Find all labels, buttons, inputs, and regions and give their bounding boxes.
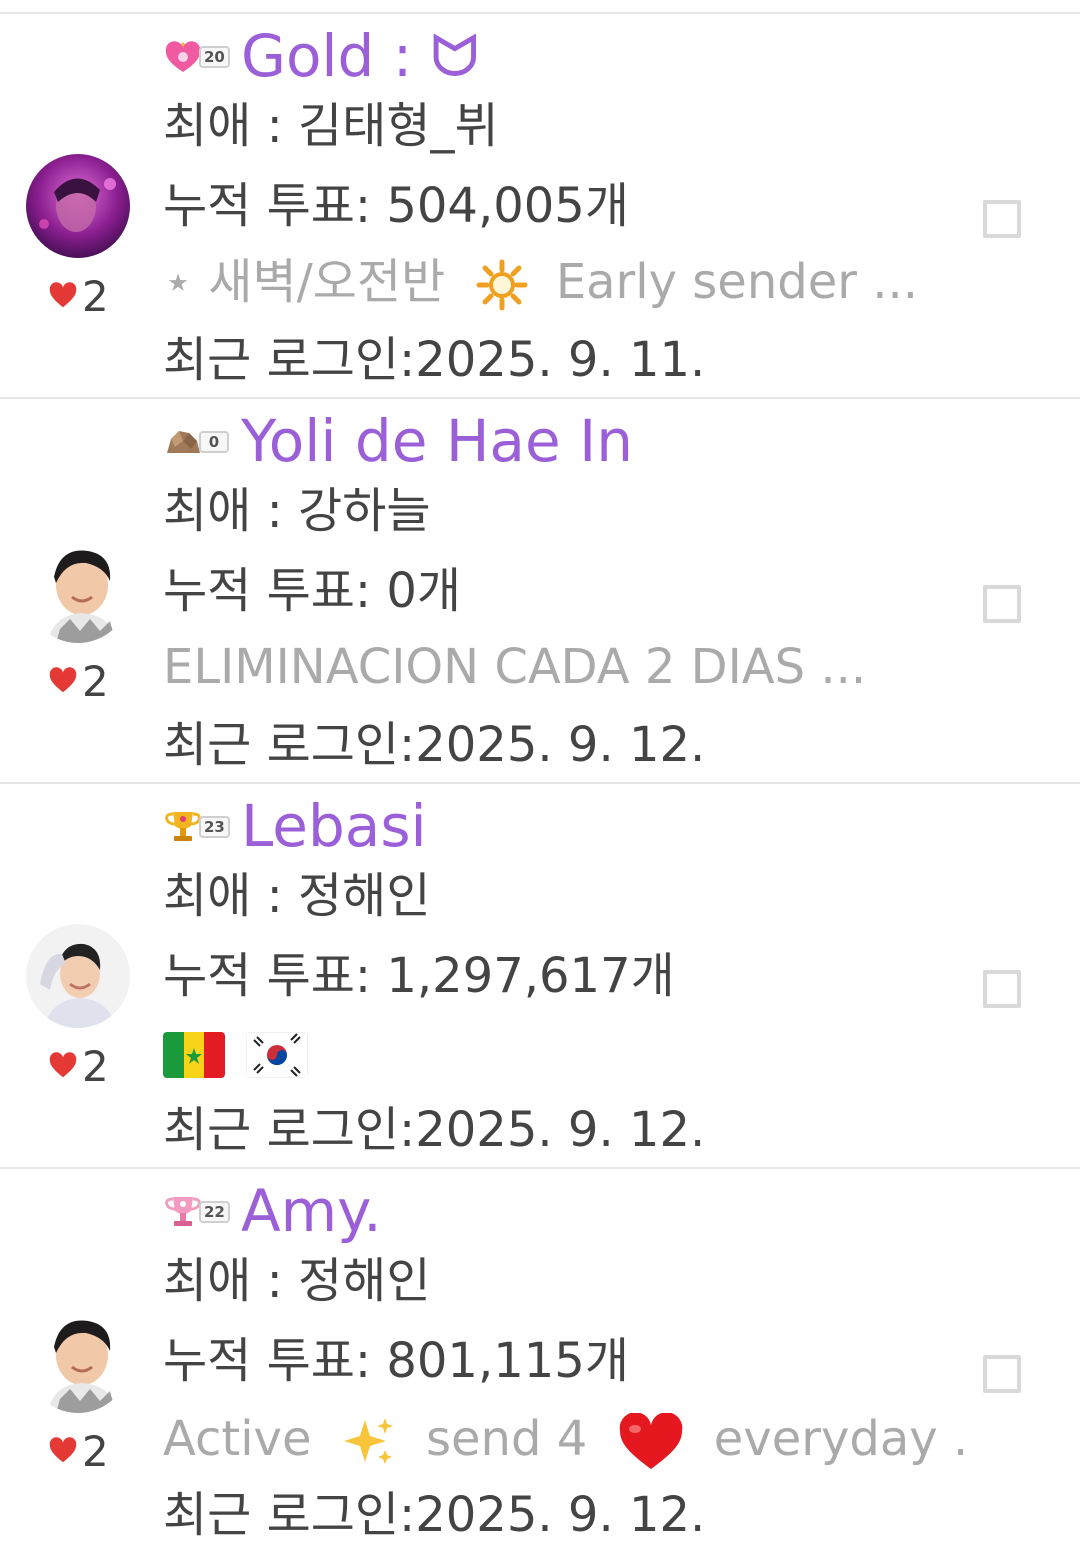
user-row[interactable]: 2 23 Lebasi 최애 : 정해인 누적 투표: 1,297,617개 최…	[0, 784, 1080, 1169]
senegal-flag-icon	[163, 1032, 225, 1078]
heart-icon	[49, 1437, 77, 1463]
avatar[interactable]	[26, 154, 130, 258]
total-votes: 누적 투표: 801,115개	[163, 1333, 629, 1389]
last-login: 최근 로그인:2025. 9. 11.	[163, 332, 706, 388]
name-line: 23 Lebasi	[163, 790, 427, 862]
level-badge: 22	[163, 1191, 233, 1231]
like-count: 2	[48, 1041, 109, 1091]
rock-badge-icon	[167, 431, 200, 453]
badge-level: 0	[199, 431, 229, 453]
total-votes: 누적 투표: 504,005개	[163, 178, 629, 234]
total-votes: 누적 투표: 1,297,617개	[163, 948, 675, 1004]
level-badge: 23	[163, 806, 233, 846]
last-login: 최근 로그인:2025. 9. 12.	[163, 1102, 706, 1158]
nickname[interactable]: Amy.	[241, 1182, 382, 1240]
badge-level: 22	[199, 1201, 230, 1223]
gold-trophy-badge-icon	[165, 812, 201, 841]
like-count: 2	[48, 271, 109, 321]
like-count-value: 2	[82, 1041, 109, 1091]
status-message: ⋆ 새벽/오전반 Early sender ...	[163, 258, 918, 312]
favorite-idol: 최애 : 김태형_뷔	[163, 98, 499, 154]
sun-icon	[476, 259, 528, 311]
favorite-idol: 최애 : 정해인	[163, 868, 431, 924]
south-korea-flag-icon	[246, 1032, 309, 1078]
pink-trophy-badge-icon	[165, 1197, 201, 1226]
heart-icon	[49, 1052, 77, 1078]
status-message: Active send 4 everyday ...	[163, 1413, 973, 1471]
status-text: send 4	[426, 1413, 588, 1467]
badge-level: 23	[199, 816, 230, 838]
badge-level: 20	[199, 46, 230, 68]
last-login: 최근 로그인:2025. 9. 12.	[163, 717, 706, 773]
user-row[interactable]: 2 0 Yoli de Hae In 최애 : 강하늘 누적 투표: 0개 EL…	[0, 399, 1080, 784]
favorite-idol: 최애 : 정해인	[163, 1253, 431, 1309]
avatar[interactable]	[26, 924, 130, 1028]
nickname[interactable]: Yoli de Hae In	[241, 412, 633, 470]
select-checkbox[interactable]	[983, 1355, 1021, 1393]
status-message	[163, 1028, 314, 1078]
status-text: ⋆ 새벽/오전반	[163, 258, 446, 310]
like-count-value: 2	[82, 271, 109, 321]
like-count: 2	[48, 656, 109, 706]
red-heart-icon	[619, 1413, 682, 1469]
name-line: 0 Yoli de Hae In	[163, 405, 633, 477]
status-text: Active	[163, 1413, 312, 1467]
user-row[interactable]: 2 20 Gold : ᗢ 최애 : 김태형_뷔 누적 투표: 504,005개…	[0, 14, 1080, 399]
sparkles-icon	[343, 1418, 393, 1464]
nickname[interactable]: Gold : ᗢ	[241, 27, 479, 85]
user-list: 2 20 Gold : ᗢ 최애 : 김태형_뷔 누적 투표: 504,005개…	[0, 0, 1080, 1546]
like-count-value: 2	[82, 656, 109, 706]
avatar[interactable]	[26, 539, 130, 643]
user-row[interactable]: 2 22 Amy. 최애 : 정해인 누적 투표: 801,115개 Activ…	[0, 1169, 1080, 1546]
status-text: Early sender ...	[555, 258, 919, 310]
avatar[interactable]	[26, 1309, 130, 1413]
level-badge: 20	[163, 36, 233, 76]
heart-crown-badge-icon	[165, 41, 201, 72]
like-count: 2	[48, 1426, 109, 1476]
level-badge: 0	[163, 421, 233, 461]
status-message: ELIMINACION CADA 2 DIAS ...	[163, 643, 867, 691]
heart-icon	[49, 282, 77, 308]
total-votes: 누적 투표: 0개	[163, 563, 462, 619]
status-text: everyday ...	[713, 1413, 973, 1467]
select-checkbox[interactable]	[983, 585, 1021, 623]
like-count-value: 2	[82, 1426, 109, 1476]
last-login: 최근 로그인:2025. 9. 12.	[163, 1487, 706, 1543]
name-line: 22 Amy.	[163, 1175, 382, 1247]
name-line: 20 Gold : ᗢ	[163, 20, 479, 92]
heart-icon	[49, 667, 77, 693]
select-checkbox[interactable]	[983, 200, 1021, 238]
favorite-idol: 최애 : 강하늘	[163, 483, 431, 539]
select-checkbox[interactable]	[983, 970, 1021, 1008]
nickname[interactable]: Lebasi	[241, 797, 427, 855]
